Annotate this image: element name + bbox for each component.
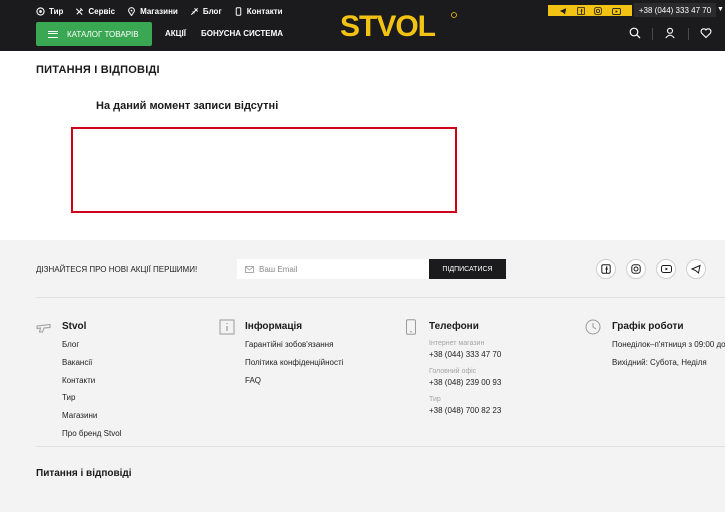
heart-icon[interactable] [700,27,712,39]
footer-divider [36,446,725,447]
megaphone-icon [190,7,198,15]
youtube-icon[interactable] [656,259,676,279]
highlight-box [71,127,457,213]
header-divider [688,28,689,40]
site-header: Тир Сервіс Магазини Блог Контакти STVOL … [0,0,725,51]
footer-col-title-info: Інформація [245,321,303,332]
schedule-weekdays: Понеділок–п'ятниця з 09:00 до [612,340,725,349]
info-icon [219,319,235,335]
top-link-label: Сервіс [88,6,116,16]
phone-label: Тир [429,396,441,403]
phone-icon [235,6,242,16]
facebook-icon[interactable] [596,259,616,279]
subscribe-button[interactable]: ПІДПИСАТИСЯ [429,259,506,279]
top-links: Тир Сервіс Магазини Блог Контакти [36,4,295,18]
phone-label: Головний офіс [429,368,477,375]
top-link-label: Магазини [140,6,178,16]
nav-link-bonus-system[interactable]: БОНУСНА СИСТЕМА [201,29,283,38]
header-divider [652,28,653,40]
footer-link-privacy[interactable]: Політика конфіденційності [245,358,343,367]
map-pin-icon [128,6,135,16]
footer-link-shooting-range[interactable]: Тир [62,393,75,402]
search-icon[interactable] [629,27,641,39]
header-phone[interactable]: +38 (044) 333 47 70 [634,3,716,17]
clock-icon [585,319,601,335]
facebook-icon[interactable] [576,2,585,20]
gun-icon [36,323,51,333]
phone-number[interactable]: +38 (044) 333 47 70 [429,350,501,359]
catalog-button-label: КАТАЛОГ ТОВАРІВ [67,29,139,39]
instagram-icon[interactable] [594,2,603,20]
footer-link-blog[interactable]: Блог [62,340,79,349]
phone-number[interactable]: +38 (048) 700 82 23 [429,406,501,415]
schedule-weekend: Вихідний: Субота, Неділя [612,358,707,367]
telegram-icon[interactable] [686,259,706,279]
chevron-down-icon[interactable]: ▼ [717,6,724,13]
mobile-phone-icon [406,319,416,335]
catalog-button[interactable]: КАТАЛОГ ТОВАРІВ [36,22,152,46]
footer-link-warranty[interactable]: Гарантійні зобов'язання [245,340,333,349]
top-link-contacts[interactable]: Контакти [234,7,283,16]
top-link-service[interactable]: Сервіс [75,7,115,16]
user-icon[interactable] [664,27,676,39]
site-footer: ДІЗНАЙТЕСЯ ПРО НОВІ АКЦІЇ ПЕРШИМИ! ПІДПИ… [0,240,725,512]
empty-state-message: На даний момент записи відсутні [96,100,279,112]
top-link-label: Контакти [246,6,283,16]
phone-label: Інтернет магазин [429,340,485,347]
stvol-logo[interactable]: STVOL [340,9,460,41]
footer-link-vacancies[interactable]: Вакансії [62,358,92,367]
footer-col-title-phones: Телефони [429,321,479,332]
footer-page-title: Питання і відповіді [36,468,132,479]
page-title: ПИТАННЯ І ВІДПОВІДІ [36,64,160,76]
top-link-shooting-range[interactable]: Тир [36,7,63,16]
subscribe-label: ДІЗНАЙТЕСЯ ПРО НОВІ АКЦІЇ ПЕРШИМИ! [36,265,198,274]
email-field[interactable] [259,264,419,274]
top-link-label: Тир [49,6,64,16]
top-link-blog[interactable]: Блог [190,7,222,16]
top-link-label: Блог [202,6,222,16]
footer-col-title-stvol: Stvol [62,321,87,332]
youtube-icon[interactable] [612,2,621,20]
wrench-icon [76,7,84,15]
footer-link-faq[interactable]: FAQ [245,376,261,385]
menu-icon [48,30,58,38]
footer-col-title-schedule: Графік роботи [612,321,684,332]
footer-link-about-brand[interactable]: Про бренд Stvol [62,429,121,438]
top-link-stores[interactable]: Магазини [127,7,178,16]
envelope-icon [245,265,254,273]
top-socials-bar [548,5,632,16]
target-icon [36,6,45,16]
svg-text:STVOL: STVOL [340,10,436,41]
telegram-icon[interactable] [559,2,567,20]
footer-link-stores[interactable]: Магазини [62,411,97,420]
nav-link-promotions[interactable]: АКЦІЇ [165,29,186,38]
footer-link-contacts[interactable]: Контакти [62,376,95,385]
footer-divider [36,297,725,298]
email-field-wrapper [237,259,429,279]
instagram-icon[interactable] [626,259,646,279]
phone-number[interactable]: +38 (048) 239 00 93 [429,378,501,387]
